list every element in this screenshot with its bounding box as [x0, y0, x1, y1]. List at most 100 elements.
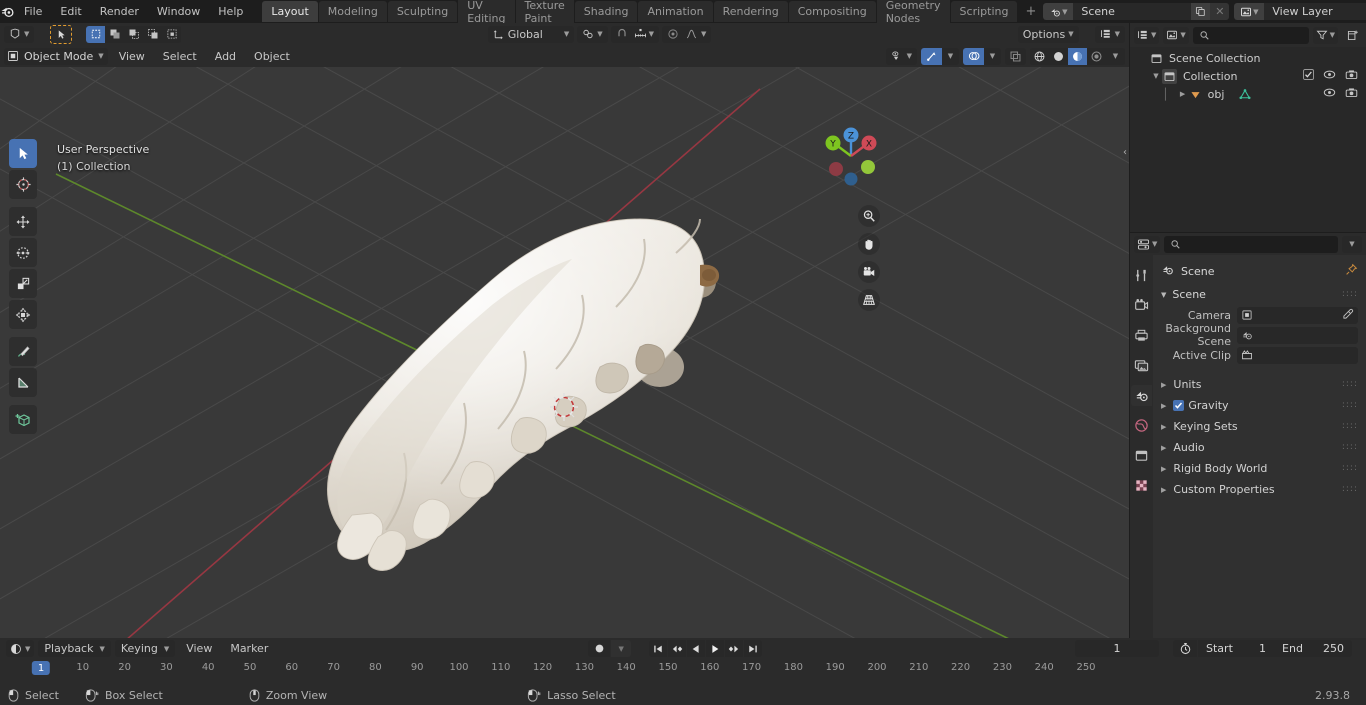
scene-name-field[interactable]: Scene	[1073, 3, 1192, 20]
tab-compositing[interactable]: Compositing	[788, 1, 876, 22]
overlays-icon[interactable]	[963, 47, 984, 65]
hand-icon[interactable]	[858, 233, 880, 255]
audio-panel[interactable]: ▶ Audio ::::	[1153, 437, 1366, 458]
viewport-options-button[interactable]: Options ▼	[1017, 25, 1079, 43]
cursor-tool[interactable]	[9, 170, 37, 199]
transform-tool[interactable]	[9, 300, 37, 329]
tab-shading[interactable]: Shading	[574, 1, 638, 22]
move-tool[interactable]	[9, 207, 37, 236]
gravity-checkbox[interactable]	[1173, 400, 1185, 411]
camera-render-icon[interactable]	[1345, 69, 1358, 83]
gizmo-dropdown[interactable]: ▼	[942, 47, 959, 65]
menu-edit[interactable]: Edit	[51, 2, 90, 21]
menu-help[interactable]: Help	[209, 2, 252, 21]
background-scene-field[interactable]	[1237, 326, 1358, 344]
properties-editor-icon[interactable]: ▼	[1134, 235, 1161, 253]
tab-scripting[interactable]: Scripting	[950, 1, 1018, 22]
add-cube-tool[interactable]	[9, 405, 37, 434]
custom-properties-panel[interactable]: ▶ Custom Properties ::::	[1153, 479, 1366, 500]
funnel-icon[interactable]: ▼	[1312, 26, 1338, 44]
navigation-gizmo[interactable]: Z Y X	[818, 123, 884, 189]
viewlayer-tab[interactable]	[1131, 355, 1152, 376]
timeline-menu-view[interactable]: View	[179, 640, 219, 657]
image-id-icon[interactable]: ▼	[1163, 26, 1189, 44]
render-tab[interactable]	[1131, 295, 1152, 316]
magnifier-plus-icon[interactable]	[858, 205, 880, 227]
viewlayer-selector[interactable]: ▼ View Layer ✕	[1234, 3, 1366, 20]
timeline-scrubber[interactable]: 10 20 30 40 50 60 70 80 90 100 110 120 130 140 150 160 1…	[0, 659, 1366, 678]
expander-right-icon[interactable]: ▶	[1177, 90, 1189, 98]
tab-sculpting[interactable]: Sculpting	[387, 1, 458, 22]
scene-selector[interactable]: ▼ Scene ✕	[1043, 3, 1230, 20]
rendered-icon[interactable]	[1087, 47, 1106, 65]
prev-keyframe-button[interactable]	[668, 640, 687, 657]
timeline-menu-marker[interactable]: Marker	[223, 640, 275, 657]
smooth-falloff-icon[interactable]: ▼	[685, 28, 706, 40]
scene-panel-header[interactable]: ▼ Scene ::::	[1153, 285, 1366, 304]
snap-pivot-dropdown[interactable]: ▼	[577, 25, 608, 43]
eye-icon[interactable]	[1323, 69, 1336, 83]
outliner-display-icon[interactable]: ▼	[1134, 26, 1160, 44]
rigid-body-world-panel[interactable]: ▶ Rigid Body World ::::	[1153, 458, 1366, 479]
editor-outliner-icon[interactable]: ▼	[1094, 25, 1125, 43]
viewport-menu-object[interactable]: Object	[247, 48, 297, 65]
record-dot-icon[interactable]	[588, 640, 611, 657]
menu-render[interactable]: Render	[91, 2, 148, 21]
timeline-playhead[interactable]: 1	[31, 661, 51, 675]
interaction-mode-dropdown[interactable]: Object Mode ▼	[4, 47, 108, 65]
proportional-edit-controls[interactable]: ▼	[662, 25, 712, 43]
view-layer-icon[interactable]: ▼	[1234, 3, 1265, 20]
select-invert-icon[interactable]	[143, 25, 163, 43]
select-extend-icon[interactable]	[105, 25, 125, 43]
autokey-dropdown[interactable]: ▼	[611, 640, 632, 657]
play-reverse-button[interactable]	[687, 640, 706, 657]
properties-search-input[interactable]	[1164, 235, 1338, 253]
output-tab[interactable]	[1131, 325, 1152, 346]
tool-tab[interactable]	[1131, 265, 1152, 286]
world-tab[interactable]	[1131, 415, 1152, 436]
viewport-menu-view[interactable]: View	[112, 48, 152, 65]
menu-file[interactable]: File	[15, 2, 51, 21]
play-button[interactable]	[706, 640, 725, 657]
tab-layout[interactable]: Layout	[262, 1, 318, 22]
stopwatch-icon[interactable]	[1173, 640, 1198, 657]
duplicate-icon[interactable]	[1191, 3, 1211, 20]
properties-options-dropdown[interactable]: ▼	[1342, 235, 1362, 253]
next-keyframe-button[interactable]	[725, 640, 744, 657]
collection-tab[interactable]	[1131, 445, 1152, 466]
rotate-tool[interactable]	[9, 238, 37, 267]
annotate-tool[interactable]	[9, 337, 37, 366]
object-visibility-dropdown[interactable]: ▼	[885, 47, 917, 65]
pin-icon[interactable]	[1345, 263, 1358, 279]
tab-rendering[interactable]: Rendering	[713, 1, 788, 22]
editor-type-3dview-icon[interactable]: ▼	[4, 25, 35, 43]
material-preview-icon[interactable]	[1068, 47, 1087, 65]
select-tool-active-indicator[interactable]	[50, 24, 73, 44]
keying-sets-panel[interactable]: ▶ Keying Sets ::::	[1153, 416, 1366, 437]
blender-logo-icon[interactable]	[0, 0, 15, 23]
start-frame-field[interactable]: Start 1	[1198, 640, 1275, 657]
current-frame-field[interactable]: 1	[1075, 640, 1160, 657]
jump-to-end-button[interactable]	[744, 640, 763, 657]
gravity-panel[interactable]: ▶ Gravity ::::	[1153, 395, 1366, 416]
units-panel[interactable]: ▶ Units ::::	[1153, 374, 1366, 395]
tab-modeling[interactable]: Modeling	[318, 1, 387, 22]
xray-icon[interactable]	[1005, 47, 1026, 65]
jump-to-start-button[interactable]	[649, 640, 668, 657]
overlays-dropdown[interactable]: ▼	[984, 47, 1001, 65]
outliner-row-collection[interactable]: ▼ Collection	[1130, 67, 1366, 85]
camera-icon[interactable]	[858, 261, 880, 283]
camera-render-icon[interactable]	[1345, 87, 1358, 101]
select-subtract-icon[interactable]	[124, 25, 144, 43]
tab-animation[interactable]: Animation	[638, 1, 713, 22]
timeline-editor-icon[interactable]: ▼	[6, 640, 35, 657]
menu-window[interactable]: Window	[148, 2, 209, 21]
outliner-row-scene-collection[interactable]: Scene Collection	[1130, 49, 1366, 67]
snap-controls[interactable]: ▼	[610, 25, 660, 43]
eye-icon[interactable]	[1323, 87, 1336, 101]
select-intersect-icon[interactable]	[162, 25, 182, 43]
viewport-canvas[interactable]: User Perspective (1) Collection Z Y X ‹	[0, 67, 1129, 638]
scene-tab[interactable]	[1131, 385, 1152, 406]
tweak-tool[interactable]	[9, 139, 37, 168]
outliner-search-input[interactable]	[1192, 26, 1309, 44]
